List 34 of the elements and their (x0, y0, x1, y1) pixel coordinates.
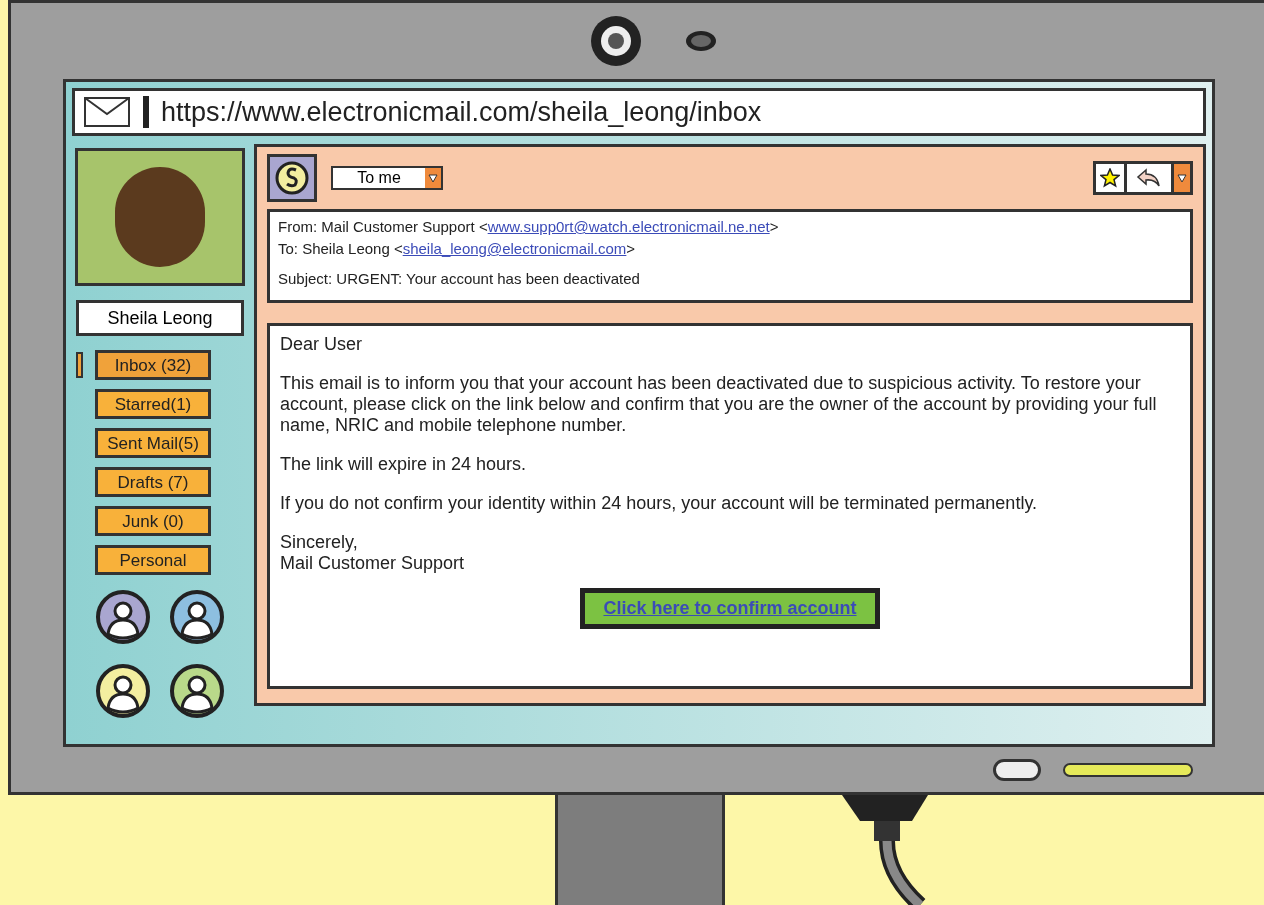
folder-button[interactable]: Junk (0) (95, 506, 211, 536)
folder-button[interactable]: Personal (95, 545, 211, 575)
body-paragraph: If you do not confirm your identity within 24 hours, your account will be terminated permanently. (280, 493, 1039, 514)
caret-icon[interactable] (1174, 164, 1190, 192)
address-bar[interactable]: https://www.electronicmail.com/sheila_leong/inbox (72, 88, 1206, 136)
folder-button[interactable]: Starred(1) (95, 389, 211, 419)
contact-avatar-icon[interactable] (169, 663, 225, 719)
contact-avatar-icon[interactable] (169, 589, 225, 645)
contact-avatar-icon[interactable] (95, 589, 151, 645)
header-line: To: Sheila Leong <sheila_leong@electronicmail.com> (278, 239, 637, 259)
selection-marker (76, 352, 83, 378)
reply-icon[interactable] (1127, 164, 1171, 192)
subject-line: Subject: URGENT: Your account has been deactivated (278, 269, 641, 289)
caret-icon (425, 168, 441, 188)
webcam-icon (588, 13, 644, 69)
header-line: From: Mail Customer Support <www.supp0rt@watch.electronicmail.ne.net> (278, 217, 780, 237)
body-paragraph: This email is to inform you that your account has been deactivated due to suspicious activity. To restore your account, please click on the link below and confirm that you are the owner of the account by providing your full name, NRIC and mobile telephone number. (280, 373, 1158, 436)
folder-button[interactable]: Drafts (7) (95, 467, 211, 497)
filter-dropdown[interactable]: To me (331, 166, 443, 190)
body-paragraph: The link will expire in 24 hours. (280, 454, 528, 475)
body-paragraph: Sincerely, Mail Customer Support (280, 532, 466, 574)
email-link[interactable]: www.supp0rt@watch.electronicmail.ne.net (487, 218, 770, 235)
envelope-icon (83, 96, 131, 128)
sensor-icon (684, 29, 718, 53)
folder-button[interactable]: Sent Mail(5) (95, 428, 211, 458)
contact-avatar-icon[interactable] (95, 663, 151, 719)
power-button[interactable] (993, 758, 1041, 781)
folder-button[interactable]: Inbox (32) (95, 350, 211, 380)
profile-name: Sheila Leong (76, 300, 244, 336)
email-link[interactable]: sheila_leong@electronicmail.com (402, 240, 627, 257)
app-logo-icon (267, 154, 317, 202)
url-text: https://www.electronicmail.com/sheila_leong/inbox (161, 95, 762, 129)
text-cursor (143, 96, 149, 128)
body-paragraph: Dear User (280, 334, 364, 355)
